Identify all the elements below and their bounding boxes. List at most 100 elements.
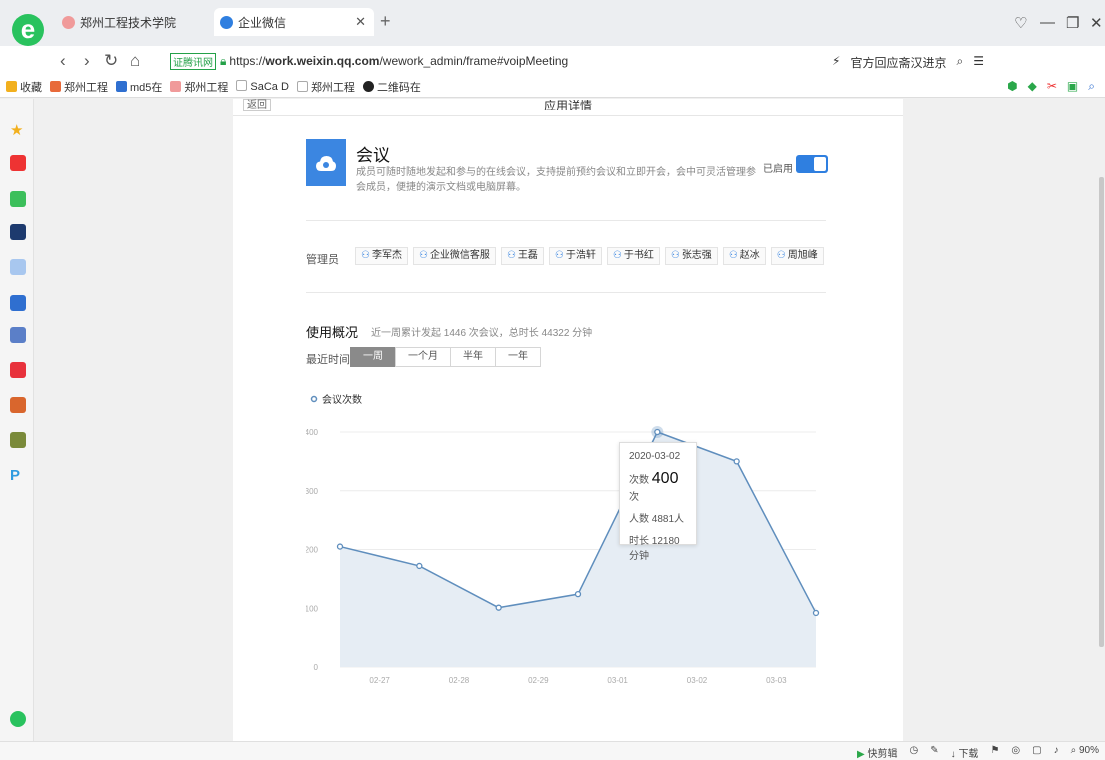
minimize-icon[interactable]: — [1040, 14, 1055, 31]
range-label: 最近时间: [306, 354, 354, 366]
browser-tab-bar: e 郑州工程技术学院 企业微信 ✕ + ♡ — ❐ ✕ [0, 0, 1105, 46]
browser-logo-icon[interactable]: e [12, 14, 44, 46]
zoom-level[interactable]: ⌕ 90% [1071, 745, 1099, 760]
game-icon[interactable] [10, 432, 26, 448]
bookmark-icon [116, 80, 127, 92]
flag-icon[interactable]: ⚑ [990, 745, 999, 760]
lock-icon: 🔒︎ [220, 53, 227, 68]
admin-chip[interactable]: ⚇ 张志强 [664, 247, 718, 265]
shield-icon[interactable]: ⬢ [1007, 79, 1017, 94]
scissors-icon[interactable]: ✂ [1047, 79, 1057, 94]
mail-icon[interactable] [10, 191, 26, 207]
range-tab-week[interactable]: 一周 [350, 347, 396, 367]
close-tab-icon[interactable]: ✕ [355, 14, 366, 30]
bookmark-icon [50, 80, 61, 92]
admin-chip[interactable]: ⚇ 于浩轩 [548, 247, 602, 265]
extension-icons: ⬢ ◆ ✂ ▣ ⌕ [1007, 79, 1095, 94]
person-icon: ⚇ [728, 250, 738, 261]
p-app-icon[interactable]: P [10, 467, 26, 484]
tooltip-duration: 时长 12180分钟 [629, 536, 680, 562]
history-icon[interactable]: ◷ [910, 745, 919, 760]
person-icon: ⚇ [361, 250, 370, 261]
window-icon[interactable]: ▢ [1032, 745, 1041, 760]
bookmark-item[interactable]: 郑州工程 [50, 79, 108, 95]
zoom-icon: ⌕ [1070, 745, 1077, 756]
shop-icon[interactable] [10, 362, 26, 378]
x-tick-label: 02-29 [528, 676, 549, 685]
bookmark-item[interactable]: SaCa D [236, 80, 289, 93]
enable-toggle[interactable] [796, 155, 828, 173]
admin-chip[interactable]: ⚇ 周旭峰 [770, 247, 824, 265]
admin-chip[interactable]: ⚇ 李军杰 [355, 247, 408, 265]
game-icon[interactable]: ▣ [1067, 79, 1078, 94]
wework-icon [220, 15, 233, 29]
app-icon[interactable] [10, 224, 26, 240]
game-icon[interactable] [10, 397, 26, 413]
back-icon[interactable]: ‹ [60, 51, 66, 71]
download-button[interactable]: ↓ 下载 [951, 745, 979, 760]
search-icon[interactable]: ⌕ [1088, 79, 1095, 94]
admin-chip[interactable]: ⚇ 王磊 [500, 247, 544, 265]
x-tick-label: 03-02 [687, 676, 708, 685]
legend-marker [310, 395, 318, 403]
pin-icon[interactable]: ✎ [930, 745, 938, 760]
refresh-icon[interactable]: ↻ [104, 51, 118, 71]
admin-chip[interactable]: ⚇ 于书红 [606, 247, 660, 265]
bookmark-item[interactable]: 收藏 [6, 79, 42, 95]
favorites-icon[interactable]: ★ [10, 121, 26, 139]
y-tick-label: 0 [314, 663, 319, 672]
star-icon [6, 80, 17, 92]
translate-icon[interactable]: ◆ [1028, 79, 1037, 94]
usage-summary: 近一周累计发起 1446 次会议，总时长 44322 分钟 [371, 328, 593, 339]
news-hint[interactable]: 官方回应斋汉进京 [850, 54, 946, 71]
page-scrollbar[interactable] [1098, 99, 1105, 741]
person-icon: ⚇ [506, 250, 516, 261]
app-description: 成员可随时随地发起和参与的在线会议，支持提前预约会议和立即开会，会中可灵活管理参… [356, 167, 756, 193]
range-tab-year[interactable]: 一年 [495, 347, 541, 367]
cloud-icon [316, 155, 336, 171]
bookmark-item[interactable]: 二维码在 [362, 79, 421, 95]
tab-wework[interactable]: 企业微信 ✕ [214, 8, 374, 36]
x-tick-label: 03-03 [766, 676, 787, 685]
url-path: /wework_admin/frame#voipMeeting [379, 54, 569, 68]
restore-icon[interactable]: ❐ [1066, 14, 1079, 32]
close-window-icon[interactable]: ✕ [1090, 14, 1103, 32]
menu-icon[interactable]: ☰ [973, 54, 984, 71]
range-tab-month[interactable]: 一个月 [395, 347, 451, 367]
data-point [733, 458, 740, 465]
share-icon[interactable]: ⚡ [832, 54, 840, 71]
bookmark-item[interactable]: 郑州工程 [296, 79, 355, 95]
divider [306, 292, 826, 293]
x-tick-label: 02-27 [369, 676, 390, 685]
tab-zzut[interactable]: 郑州工程技术学院 [56, 8, 206, 36]
admin-chip[interactable]: ⚇ 企业微信客服 [412, 247, 496, 265]
bookmark-item[interactable]: md5在 [116, 79, 162, 95]
y-tick-label: 200 [306, 546, 319, 555]
y-tick-label: 300 [306, 487, 319, 496]
range-tab-halfyear[interactable]: 半年 [450, 347, 496, 367]
forward-icon[interactable]: › [84, 51, 90, 71]
browser-icon[interactable]: ◎ [1011, 745, 1020, 760]
notes-icon[interactable] [10, 259, 26, 275]
search-icon[interactable]: ⌕ [956, 54, 963, 71]
sound-icon[interactable]: ♪ [1054, 745, 1059, 760]
skin-icon[interactable]: ♡ [1014, 14, 1027, 32]
legend-label: 会议次数 [322, 393, 362, 406]
new-tab-icon[interactable]: + [380, 11, 391, 32]
address-bar-right: ⚡ 官方回应斋汉进京 ⌕ ☰ [832, 54, 984, 71]
game-icon[interactable] [10, 327, 26, 343]
bookmark-item[interactable]: 郑州工程 [170, 79, 228, 95]
play-icon: ▶ [857, 749, 865, 760]
status-label: 已启用 [763, 164, 793, 175]
y-tick-label: 400 [306, 428, 319, 437]
add-icon[interactable] [10, 711, 26, 727]
quick-clip-button[interactable]: ▶ 快剪辑 [857, 745, 897, 760]
home-icon[interactable]: ⌂ [130, 51, 140, 71]
scroll-thumb[interactable] [1099, 177, 1104, 647]
admin-chip[interactable]: ⚇ 赵冰 [722, 247, 766, 265]
url-input[interactable]: 证腾讯网 🔒︎ https://work.weixin.qq.com/wewor… [170, 51, 820, 71]
url-prefix: https:// [229, 54, 266, 68]
bookmark-icon[interactable] [10, 295, 26, 311]
x-tick-label: 02-28 [449, 676, 470, 685]
weibo-icon[interactable] [10, 155, 26, 171]
